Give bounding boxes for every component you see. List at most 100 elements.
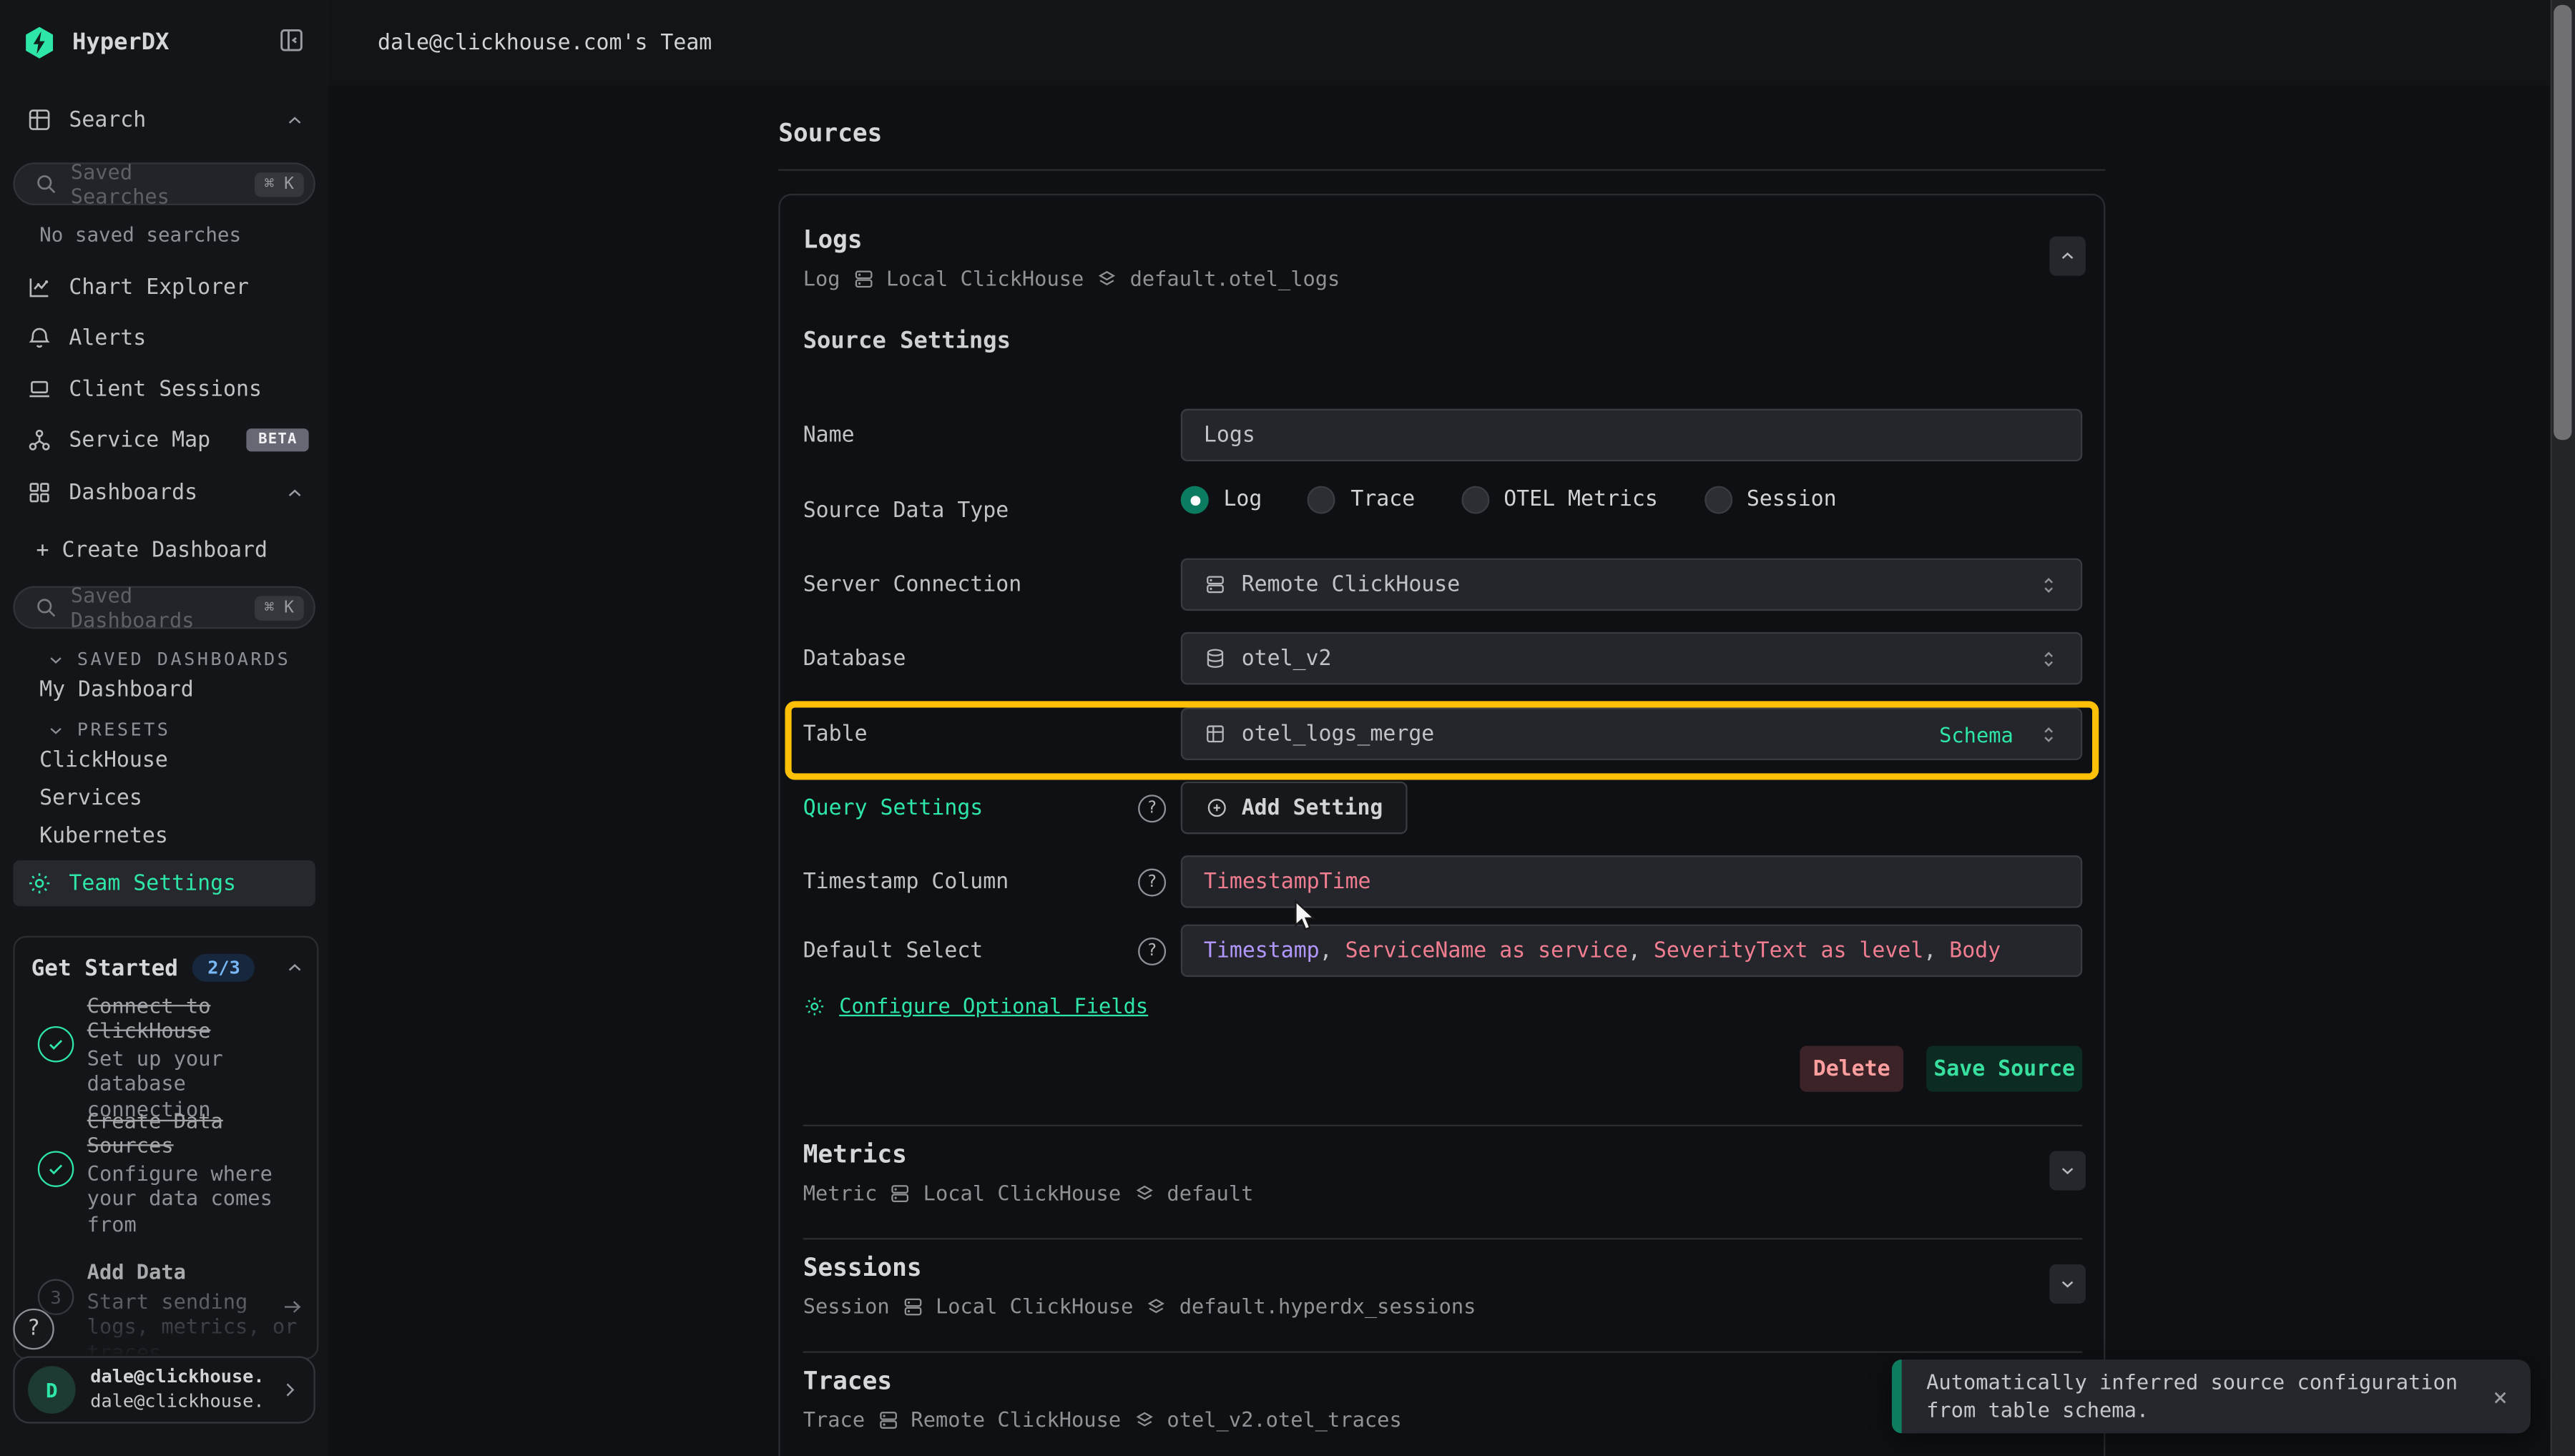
- sidebar-collapse-icon[interactable]: [278, 26, 305, 54]
- sidebar-item-label: Service Map: [69, 428, 210, 452]
- schema-badge[interactable]: Schema: [1939, 722, 2014, 746]
- sql-token: Body: [1949, 938, 2001, 963]
- layers-icon: [1095, 267, 1118, 290]
- table-path: otel_v2.otel_traces: [1167, 1407, 1401, 1432]
- table-value: otel_logs_merge: [1242, 722, 1435, 746]
- help-circle-icon: ?: [1138, 938, 1166, 965]
- configure-optional-fields[interactable]: Configure Optional Fields: [803, 993, 1149, 1018]
- chevron-down-icon: [46, 649, 66, 669]
- top-bar: dale@clickhouse.com's Team: [328, 0, 2552, 87]
- server-connection-value: Remote ClickHouse: [1242, 572, 1461, 596]
- check-circle-icon: [38, 1026, 74, 1063]
- server-connection-select[interactable]: Remote ClickHouse: [1181, 559, 2082, 611]
- name-label: Name: [803, 423, 855, 448]
- layers-icon: [1132, 1181, 1155, 1204]
- sidebar-item-search[interactable]: Search: [13, 99, 315, 142]
- gear-icon: [803, 994, 826, 1017]
- create-dashboard-button[interactable]: + Create Dashboard: [36, 538, 268, 563]
- sidebar-item-services[interactable]: Services: [39, 787, 142, 811]
- sidebar-item-dashboards[interactable]: Dashboards: [13, 471, 315, 514]
- toast-notification: Automatically inferred source configurat…: [1892, 1359, 2531, 1433]
- delete-button[interactable]: Delete: [1800, 1046, 1903, 1092]
- save-source-button[interactable]: Save Source: [1926, 1046, 2082, 1092]
- saved-dashboards-header[interactable]: SAVED DASHBOARDS: [46, 649, 290, 670]
- table-grid-icon: [1204, 722, 1227, 745]
- name-input[interactable]: Logs: [1181, 409, 2082, 461]
- saved-dashboards-input[interactable]: Saved Dashboards ⌘ K: [13, 586, 315, 629]
- radio-label[interactable]: Session: [1747, 488, 1837, 512]
- presets-header[interactable]: PRESETS: [46, 719, 170, 741]
- chevron-up-icon[interactable]: [284, 958, 305, 979]
- radio-trace[interactable]: [1308, 486, 1336, 514]
- table-path: default.hyperdx_sessions: [1179, 1294, 1476, 1318]
- unfold-icon: [2038, 648, 2059, 669]
- radio-label[interactable]: OTEL Metrics: [1504, 488, 1658, 512]
- saved-searches-input[interactable]: Saved Searches ⌘ K: [13, 162, 315, 205]
- search-icon: [34, 172, 57, 195]
- radio-otel-metrics[interactable]: [1461, 486, 1489, 514]
- sidebar-item-clickhouse[interactable]: ClickHouse: [39, 749, 168, 773]
- expand-metrics-button[interactable]: [2049, 1151, 2086, 1190]
- sidebar-item-label: Chart Explorer: [69, 275, 249, 300]
- add-setting-label: Add Setting: [1242, 795, 1383, 820]
- table-select[interactable]: otel_logs_merge Schema: [1181, 708, 2082, 760]
- team-title: dale@clickhouse.com's Team: [378, 31, 712, 56]
- brand-name: HyperDX: [72, 29, 169, 56]
- chevron-right-icon: [279, 1379, 300, 1401]
- sidebar-item-service-map[interactable]: Service Map BETA: [13, 418, 315, 461]
- configure-optional-fields-link[interactable]: Configure Optional Fields: [839, 993, 1148, 1018]
- sidebar-item-kubernetes[interactable]: Kubernetes: [39, 825, 168, 849]
- database-label: Database: [803, 647, 906, 672]
- chart-explorer-icon: [26, 274, 53, 300]
- chevron-up-icon: [284, 482, 305, 503]
- radio-label[interactable]: Trace: [1350, 488, 1415, 512]
- divider: [803, 1125, 2083, 1126]
- sources-card: Logs Log Local ClickHouse default.otel_l…: [778, 194, 2105, 1456]
- close-icon[interactable]: ×: [2493, 1382, 2508, 1411]
- radio-label[interactable]: Log: [1223, 488, 1262, 512]
- avatar: D: [28, 1366, 76, 1414]
- sessions-section-title: Sessions: [803, 1253, 922, 1282]
- traces-section-title: Traces: [803, 1366, 892, 1395]
- get-started-item-title: Add Data: [87, 1259, 310, 1284]
- sidebar-item-chart-explorer[interactable]: Chart Explorer: [13, 266, 315, 309]
- user-menu[interactable]: D dale@clickhouse.… dale@clickhouse.c…: [13, 1356, 315, 1423]
- logs-section-title: Logs: [803, 225, 863, 255]
- beta-badge: BETA: [247, 428, 309, 451]
- shortcut-badge: ⌘ K: [255, 595, 304, 619]
- hyperdx-app: HyperDX Search Saved Searches ⌘ K No sav…: [0, 0, 2575, 1456]
- user-email: dale@clickhouse.c…: [90, 1389, 264, 1413]
- service-map-icon: [26, 427, 53, 453]
- get-started-item-desc: Configure where your data comes from: [87, 1161, 317, 1236]
- server-icon: [876, 1408, 899, 1431]
- add-setting-button[interactable]: Add Setting: [1181, 782, 1408, 834]
- collapse-logs-button[interactable]: [2049, 237, 2086, 276]
- sidebar-item-team-settings[interactable]: Team Settings: [13, 860, 315, 906]
- radio-log[interactable]: [1181, 486, 1209, 514]
- scrollbar-thumb[interactable]: [2554, 5, 2571, 440]
- get-started-title: Get Started: [31, 955, 178, 981]
- default-select-label: Default Select: [803, 939, 984, 963]
- table-label: Table: [803, 722, 868, 747]
- dashboards-icon: [26, 479, 53, 506]
- chevron-up-icon: [284, 109, 305, 131]
- sidebar-item-my-dashboard[interactable]: My Dashboard: [39, 678, 194, 702]
- get-started-header[interactable]: Get Started 2/3: [31, 954, 255, 982]
- server-name: Local ClickHouse: [886, 266, 1084, 290]
- sidebar-item-label: Dashboards: [69, 481, 197, 505]
- divider: [803, 1238, 2083, 1239]
- shortcut-badge: ⌘ K: [255, 172, 304, 196]
- traces-meta: Trace Remote ClickHouse otel_v2.otel_tra…: [803, 1407, 1402, 1432]
- sidebar-item-client-sessions[interactable]: Client Sessions: [13, 368, 315, 410]
- radio-session[interactable]: [1704, 486, 1732, 514]
- help-button[interactable]: ?: [13, 1309, 54, 1349]
- server-icon: [901, 1294, 924, 1317]
- divider: [803, 1352, 2083, 1353]
- query-settings-label: Query Settings: [803, 797, 984, 821]
- database-select[interactable]: otel_v2: [1181, 632, 2082, 684]
- plus-circle-icon: [1205, 797, 1228, 820]
- source-settings-heading: Source Settings: [803, 328, 1011, 355]
- expand-sessions-button[interactable]: [2049, 1264, 2086, 1304]
- server-name: Local ClickHouse: [936, 1294, 1133, 1318]
- sidebar-item-alerts[interactable]: Alerts: [13, 317, 315, 360]
